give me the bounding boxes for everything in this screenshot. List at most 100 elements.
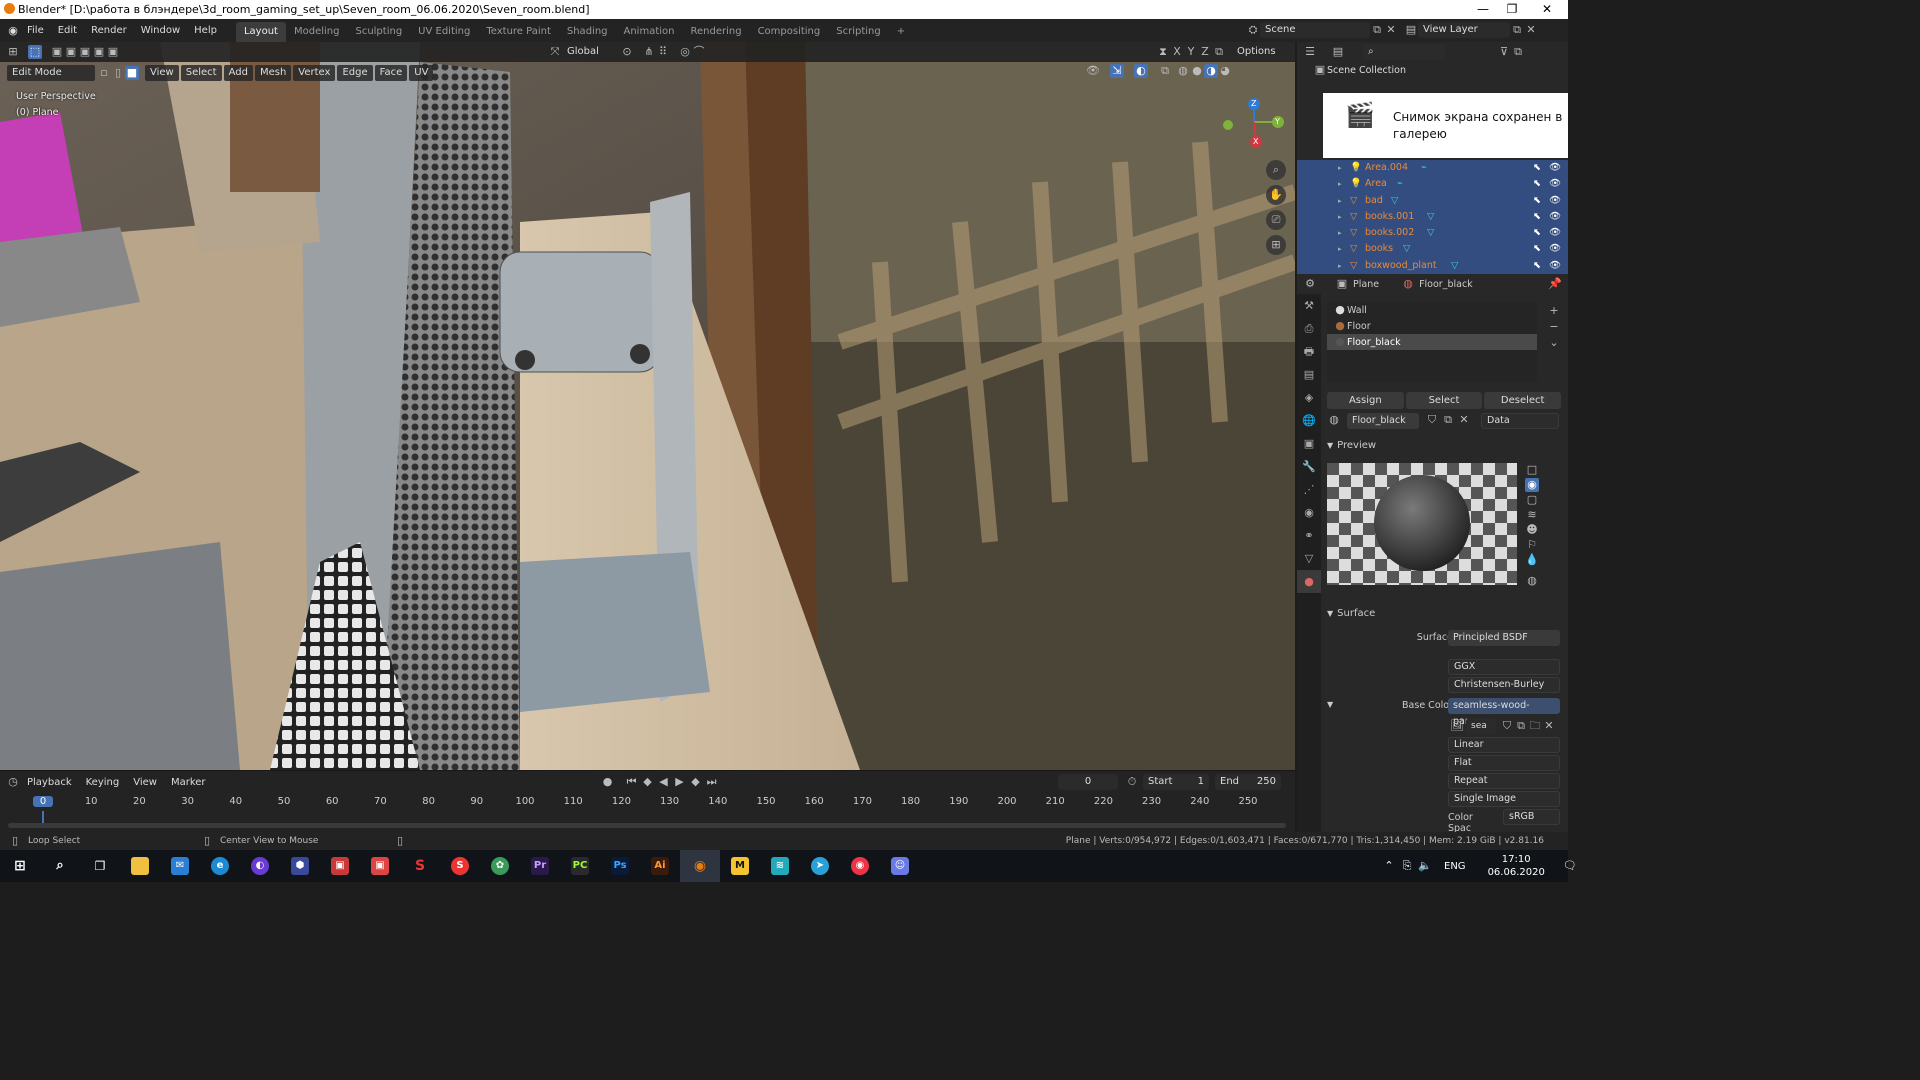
visibility-eye-icon[interactable]: 👁	[1549, 193, 1561, 209]
search-icon[interactable]: ⌕	[40, 850, 80, 882]
selectable-toggle-icon[interactable]: ⬉	[1533, 193, 1541, 209]
image-browse-icon[interactable]: 🖼	[1450, 719, 1464, 733]
outliner-item[interactable]: ▸ 💡 Area ⌁ ⬉ 👁	[1297, 176, 1568, 193]
visibility-eye-icon[interactable]: 👁	[1549, 209, 1561, 225]
extension-dropdown[interactable]: Repeat	[1448, 773, 1560, 789]
mode-new-icon[interactable]: ▣	[50, 45, 64, 59]
telegram-icon[interactable]: ➤	[800, 850, 840, 882]
mesh-data-icon[interactable]: ▽	[1391, 193, 1398, 209]
selectable-toggle-icon[interactable]: ⬉	[1533, 176, 1541, 192]
preview-fluid-icon[interactable]: 💧	[1525, 553, 1539, 567]
premiere-icon[interactable]: Pr	[520, 850, 560, 882]
projection-dropdown[interactable]: Flat	[1448, 755, 1560, 771]
perspective-grid-icon[interactable]: ⊞	[1266, 235, 1286, 255]
illustrator-icon[interactable]: Ai	[640, 850, 680, 882]
menu-window[interactable]: Window	[134, 19, 187, 42]
app-m-icon[interactable]: M	[720, 850, 760, 882]
app-stripe-icon[interactable]: ≋	[760, 850, 800, 882]
tab-uv-editing[interactable]: UV Editing	[410, 22, 478, 42]
minimize-button[interactable]: —	[1468, 0, 1498, 19]
delete-scene-icon[interactable]: ✕	[1384, 23, 1398, 37]
world-tab-icon[interactable]: 🌐	[1297, 409, 1321, 432]
mode-intersect-icon[interactable]: ▣	[106, 45, 120, 59]
tab-scripting[interactable]: Scripting	[828, 22, 888, 42]
source-dropdown[interactable]: Single Image	[1448, 791, 1560, 807]
tab-texture-paint[interactable]: Texture Paint	[478, 22, 559, 42]
pan-hand-icon[interactable]: ✋	[1266, 185, 1286, 205]
menu-vertex[interactable]: Vertex	[293, 64, 336, 81]
discord-icon[interactable]: ☺	[880, 850, 920, 882]
fake-user-icon[interactable]: ⛉	[1425, 413, 1439, 427]
falloff-icon[interactable]: ⌒	[692, 45, 706, 59]
base-color-expand-icon[interactable]: ▼	[1327, 700, 1333, 709]
proportional-edit-icon[interactable]: ◎	[678, 45, 692, 59]
visibility-icon[interactable]: 👁	[1086, 64, 1100, 78]
output-tab-icon[interactable]: 🖶	[1297, 340, 1321, 363]
slot-floor[interactable]: ● Floor	[1327, 318, 1537, 334]
jump-start-icon[interactable]: ⏮	[625, 775, 639, 789]
outliner-search-input[interactable]: ⌕	[1363, 44, 1445, 60]
menu-help[interactable]: Help	[187, 19, 224, 42]
view-layer-tab-icon[interactable]: ▤	[1297, 363, 1321, 386]
outliner-item[interactable]: ▸ ▽ books.002 ▽ ⬉ 👁	[1297, 225, 1568, 242]
timeline-menu-keying[interactable]: Keying	[79, 771, 127, 794]
solid-shading-icon[interactable]: ●	[1190, 64, 1204, 78]
selectable-toggle-icon[interactable]: ⬉	[1533, 209, 1541, 225]
selectable-toggle-icon[interactable]: ⬉	[1533, 241, 1541, 257]
current-frame-field[interactable]: 0	[1058, 774, 1118, 790]
mesh-data-icon[interactable]: ▽	[1427, 209, 1434, 225]
interpolation-dropdown[interactable]: Linear	[1448, 737, 1560, 753]
app-purple-icon[interactable]: ◐	[240, 850, 280, 882]
timeline-menu-playback[interactable]: Playback	[20, 771, 79, 794]
face-select-icon[interactable]: ■	[125, 65, 139, 80]
mode-extend-icon[interactable]: ▣	[64, 45, 78, 59]
assign-button[interactable]: Assign	[1327, 392, 1404, 409]
menu-face[interactable]: Face	[374, 64, 408, 81]
app-red-icon[interactable]: ▣	[320, 850, 360, 882]
snap-icon[interactable]: ⋔	[642, 45, 656, 59]
new-view-layer-icon[interactable]: ⧉	[1510, 23, 1524, 37]
xray-icon[interactable]: ⧉	[1158, 64, 1172, 78]
add-slot-icon[interactable]: +	[1547, 304, 1561, 318]
tab-sculpting[interactable]: Sculpting	[347, 22, 410, 42]
photoshop-icon[interactable]: Ps	[600, 850, 640, 882]
expand-arrow-icon[interactable]: ▸	[1338, 225, 1342, 241]
language-indicator[interactable]: ENG	[1444, 861, 1466, 872]
volume-icon[interactable]: 🔈	[1418, 859, 1432, 873]
timeline-scrollbar[interactable]	[8, 823, 1286, 828]
visibility-eye-icon[interactable]: 👁	[1549, 225, 1561, 241]
preview-cloth-icon[interactable]: ⚐	[1525, 538, 1539, 552]
data-tab-icon[interactable]: ▽	[1297, 547, 1321, 570]
add-workspace-button[interactable]: +	[889, 22, 913, 42]
record-icon[interactable]: ●	[601, 775, 615, 789]
image-fake-user-icon[interactable]: ⛉	[1500, 719, 1514, 733]
menu-file[interactable]: File	[20, 19, 51, 42]
task-view-icon[interactable]: ❐	[80, 850, 120, 882]
tab-layout[interactable]: Layout	[235, 22, 286, 42]
mode-invert-icon[interactable]: ▣	[92, 45, 106, 59]
modifier-tab-icon[interactable]: 🔧	[1297, 455, 1321, 478]
zoom-icon[interactable]: ⌕	[1266, 160, 1286, 180]
app-green-icon[interactable]: ✿	[480, 850, 520, 882]
blender-taskbar-icon[interactable]: ◉	[680, 850, 720, 882]
color-space-dropdown[interactable]: sRGB	[1503, 809, 1560, 825]
preview-hair-icon[interactable]: ≋	[1525, 508, 1539, 522]
mesh-data-icon[interactable]: ▽	[1427, 225, 1434, 241]
preview-world-icon[interactable]: ◍	[1525, 574, 1539, 588]
pin-icon[interactable]: 📌	[1548, 277, 1562, 291]
auto-merge-icon[interactable]: ⧉	[1212, 45, 1226, 59]
options-dropdown[interactable]: Options	[1232, 44, 1281, 60]
app-blue-icon[interactable]: ⬢	[280, 850, 320, 882]
pivot-point-icon[interactable]: ⊙	[620, 45, 634, 59]
selectable-toggle-icon[interactable]: ⬉	[1533, 225, 1541, 241]
visibility-eye-icon[interactable]: 👁	[1549, 241, 1561, 257]
properties-editor-type-icon[interactable]: ⚙	[1303, 277, 1317, 291]
image-unlink-icon[interactable]: ✕	[1542, 719, 1556, 733]
image-name-field[interactable]: sea	[1466, 718, 1496, 734]
expand-arrow-icon[interactable]: ▸	[1338, 209, 1342, 225]
tool-tab-icon[interactable]: ⚒	[1297, 294, 1321, 317]
menu-add[interactable]: Add	[223, 64, 253, 81]
mirror-icon[interactable]: ⧗	[1156, 45, 1170, 59]
mode-subtract-icon[interactable]: ▣	[78, 45, 92, 59]
play-reverse-icon[interactable]: ◀	[657, 775, 671, 789]
